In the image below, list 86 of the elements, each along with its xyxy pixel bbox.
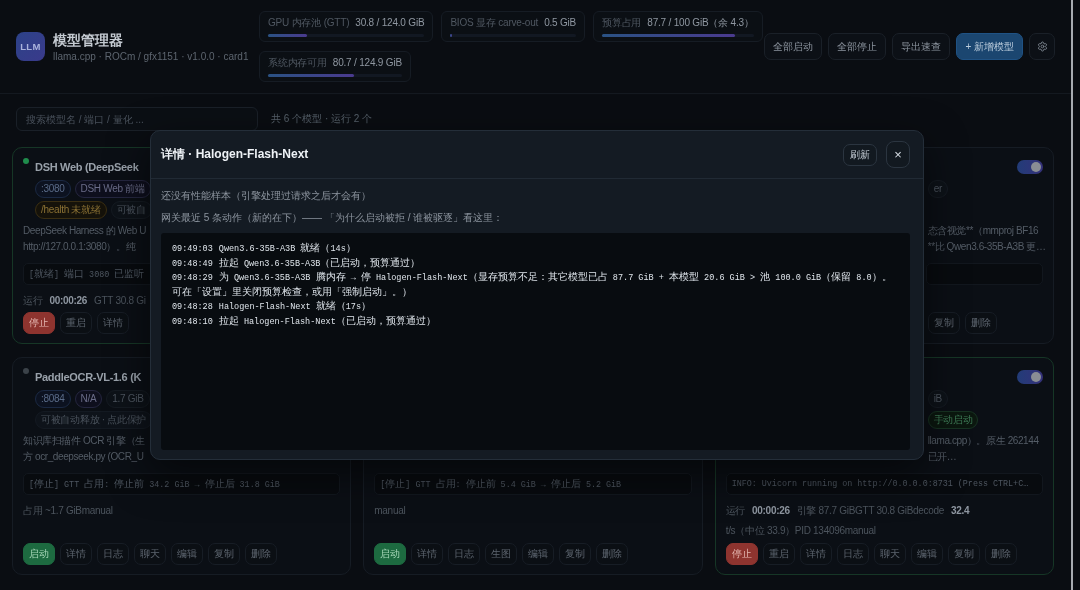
log-entry: 09:49:03 Qwen3.6-35B-A3B 就绪（14s）: [172, 242, 357, 256]
stat-value: 87.7 / 100 GiB（余 4.3）: [647, 16, 754, 29]
stat-text: 引擎 87.7 GiBGTT 30.8 GiBdecode: [796, 504, 944, 518]
card-button[interactable]: 编辑: [910, 543, 943, 565]
close-button[interactable]: ×: [886, 141, 910, 168]
tag-chip: :3080: [35, 180, 71, 198]
card-button[interactable]: 编辑: [171, 543, 203, 565]
description-text: **比 Qwen3.6-35B-A3B 更…: [927, 240, 1046, 254]
card-button[interactable]: 复制: [559, 543, 592, 565]
settings-button[interactable]: [1029, 33, 1055, 60]
stat-label: 预算占用: [602, 16, 642, 29]
card-button[interactable]: 生图: [485, 543, 518, 565]
start-button[interactable]: 启动: [374, 543, 407, 565]
card-button[interactable]: 详情: [97, 312, 129, 334]
stat-label: BIOS 显存 carve-out: [450, 16, 539, 29]
header-button[interactable]: 全部停止: [828, 33, 887, 60]
card-button[interactable]: 详情: [411, 543, 444, 565]
description-text: llama.cpp）。原生 262144: [927, 434, 1039, 448]
dialog-note: 网关最近 5 条动作（新的在下）—— 「为什么启动被拒 / 谁被驱逐」看这里：: [161, 211, 505, 225]
card-button[interactable]: 日志: [97, 543, 129, 565]
stat-value-text: 00:00:26: [752, 504, 790, 518]
dialog-title: 详情 · Halogen-Flash-Next: [161, 146, 309, 163]
status-chip: /health 未就绪: [35, 201, 107, 219]
start-button[interactable]: 启动: [23, 543, 55, 565]
log-entry: 09:48:29 为 Qwen3.6-35B-A3B 腾内存 → 停 Halogen-Flash-Next（显存预算不足：其它模型已占 87.7 GiB + 本模型 20.6 GiB > 池 100.0 GiB（保留 8.0）。可在「设置」里关闭预算检查，或用「强制启动」。）: [172, 271, 893, 300]
log-entry: 09:48:10 拉起 Halogen-Flash-Next（已启动，预算通过）: [172, 314, 437, 329]
stop-button[interactable]: 停止: [725, 543, 758, 565]
card-button[interactable]: 详情: [60, 543, 92, 565]
model-count-text: 共 6 个模型 · 运行 2 个: [271, 112, 373, 126]
stat-text: manual: [374, 504, 406, 518]
card-button[interactable]: 删除: [596, 543, 629, 565]
header-button[interactable]: 导出速查: [892, 33, 951, 60]
app-title: 模型管理器: [53, 30, 124, 49]
log-entry: 09:48:28 Halogen-Flash-Next 就绪（17s）: [172, 300, 373, 314]
app-logo: LLM: [16, 32, 45, 61]
description-text: DeepSeek Harness 的 Web U: [23, 224, 147, 238]
stat-text: t/s（中位 33.9）PID 134096manual: [725, 524, 876, 538]
stat-label: GPU 内存池 (GTT): [268, 16, 350, 29]
card-button[interactable]: 日志: [836, 543, 869, 565]
toggle-switch[interactable]: [1017, 370, 1043, 384]
card-button[interactable]: 编辑: [522, 543, 555, 565]
card-button[interactable]: 删除: [964, 312, 997, 334]
add-model-button[interactable]: + 新增模型: [956, 33, 1023, 60]
stat-value-text: 00:00:26: [49, 294, 88, 308]
stat-text: 运行: [23, 294, 43, 308]
stat-label: 系统内存可用: [268, 56, 327, 69]
description-text: 已开…: [927, 450, 957, 464]
app-subtitle: llama.cpp · ROCm / gfx1151 · v1.0.0 · card1: [53, 50, 249, 63]
card-button[interactable]: 聊天: [134, 543, 166, 565]
tag-chip: DSH Web 前端: [74, 180, 151, 198]
card-button[interactable]: 复制: [208, 543, 240, 565]
log-text: [就绪] 端口 3080 已监听: [29, 267, 145, 281]
card-button[interactable]: 复制: [947, 543, 980, 565]
refresh-button[interactable]: 刷新: [843, 143, 877, 166]
stat-text: GTT 30.8 Gi: [94, 294, 146, 308]
model-title: PaddleOCR-VL-1.6 (K: [35, 371, 142, 383]
description-text: http://127.0.0.1:3080）。纯: [23, 240, 136, 254]
toggle-switch[interactable]: [1017, 160, 1043, 174]
tag-chip: N/A: [74, 390, 103, 408]
status-chip: 手动启动: [927, 411, 979, 429]
card-button[interactable]: 删除: [245, 543, 277, 565]
tag-chip: iB: [927, 390, 948, 408]
description-text: 知识库扫描件 OCR 引擎（生: [23, 434, 145, 448]
log-text: INFO: Uvicorn running on http://0.0.0.0:8731 (Press CTRL+C…: [731, 479, 1029, 489]
stat-text: 运行: [725, 504, 746, 518]
card-button[interactable]: 日志: [448, 543, 481, 565]
card-button[interactable]: 删除: [984, 543, 1017, 565]
stat-value: 80.7 / 124.9 GiB: [332, 56, 402, 69]
model-title: DSH Web (DeepSeek: [35, 161, 139, 173]
card-button[interactable]: 复制: [927, 312, 960, 334]
tag-chip: :8084: [35, 390, 71, 408]
stat-value: 0.5 GiB: [544, 16, 577, 29]
settings-icon: [1036, 41, 1048, 52]
stop-button[interactable]: 停止: [23, 312, 55, 334]
card-button[interactable]: 重启: [60, 312, 92, 334]
tag-chip: 1.7 GiB: [106, 390, 150, 408]
dialog-note: 还没有性能样本（引擎处理过请求之后才会有）: [161, 189, 372, 203]
description-text: 态含视觉**（mmproj BF16: [927, 224, 1039, 238]
card-button[interactable]: 详情: [799, 543, 832, 565]
description-text: 方 ocr_deepseek.py (OCR_U: [23, 450, 144, 464]
stat-value-text: 32.4: [951, 504, 970, 518]
log-entry: 09:48:49 拉起 Qwen3.6-35B-A3B（已启动，预算通过）: [172, 256, 422, 271]
header-button[interactable]: 全部启动: [764, 33, 823, 60]
card-button[interactable]: 聊天: [873, 543, 906, 565]
card-button[interactable]: 重启: [762, 543, 795, 565]
stat-value: 30.8 / 124.0 GiB: [355, 16, 425, 29]
